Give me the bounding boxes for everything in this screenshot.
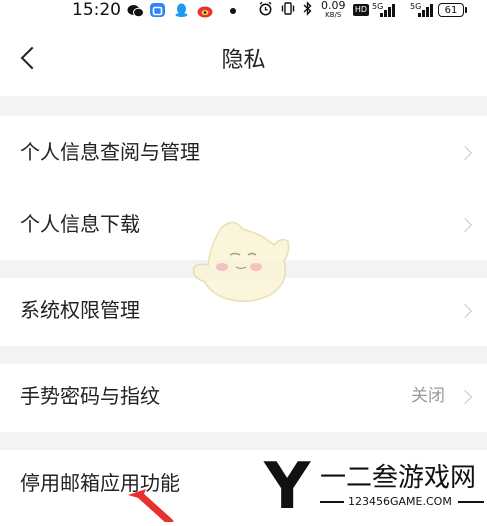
- chevron-right-icon: [457, 303, 473, 319]
- alarm-icon: [258, 1, 273, 20]
- weibo-icon: [197, 3, 213, 18]
- watermark-logo-letter: Y: [264, 450, 311, 524]
- notification-dot: [230, 8, 236, 14]
- site-watermark: Y 一二叁游戏网 123456GAME.COM: [262, 455, 487, 522]
- chevron-right-icon: [457, 217, 473, 233]
- bluetooth-icon: [302, 1, 313, 20]
- row-label: 个人信息下载: [20, 212, 140, 236]
- chevron-right-icon: [457, 389, 473, 405]
- row-label: 系统权限管理: [20, 298, 140, 322]
- section-gap: [0, 432, 487, 450]
- qq-icon: [174, 3, 189, 17]
- network-speed-unit: KB/S: [325, 11, 342, 19]
- network-speed: 0.09 KB/S: [321, 0, 346, 19]
- signal-1-icon: [378, 4, 395, 17]
- app-icon: [150, 3, 165, 17]
- settings-row-gesture-fingerprint[interactable]: 手势密码与指纹 关闭: [0, 364, 487, 432]
- status-time: 15:20: [72, 0, 121, 20]
- row-label: 手势密码与指纹: [20, 384, 160, 408]
- settings-row-personal-info-management[interactable]: 个人信息查阅与管理: [0, 116, 487, 188]
- annotation-arrow: [118, 487, 178, 526]
- page-title: 隐私: [221, 48, 266, 73]
- network-speed-value: 0.09: [321, 0, 346, 12]
- section-gap: [0, 346, 487, 364]
- section-gap: [0, 96, 487, 116]
- wechat-icon: [127, 3, 144, 18]
- chevron-right-icon: [457, 145, 473, 161]
- hd-badge: HD: [353, 4, 369, 16]
- row-label: 个人信息查阅与管理: [20, 140, 200, 164]
- signal-2-icon: [416, 4, 433, 17]
- watermark-rule: [458, 501, 484, 503]
- watermark-url: 123456GAME.COM: [348, 495, 452, 508]
- watermark-site-name: 一二叁游戏网: [320, 463, 477, 493]
- vibrate-icon: [280, 1, 296, 20]
- nav-bar: 隐私: [0, 22, 487, 96]
- watermark-rule: [320, 501, 344, 503]
- row-value: 关闭: [411, 386, 445, 406]
- status-bar: 15:20 0.09 KB/S HD 5G 5G 61: [0, 0, 487, 22]
- battery-icon: 61: [438, 3, 467, 17]
- mascot-illustration: [190, 215, 295, 305]
